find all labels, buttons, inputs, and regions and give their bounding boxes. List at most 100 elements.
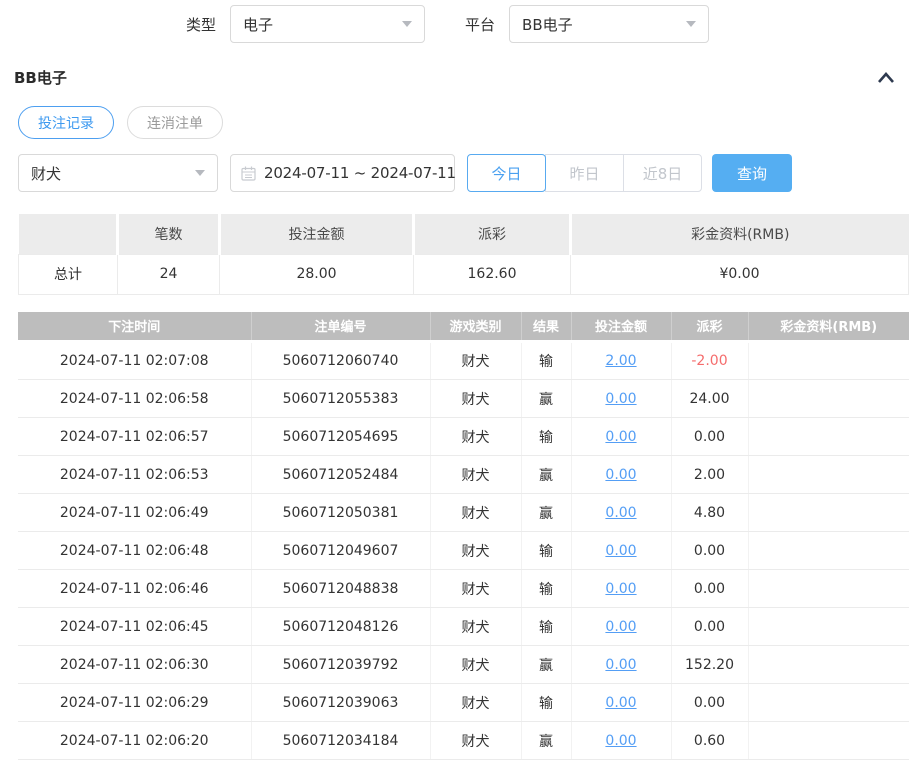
game-select-value: 财犬 (31, 163, 61, 184)
order-number-cell: 5060712049607 (251, 532, 430, 570)
platform-select-value: BB电子 (522, 14, 573, 35)
order-number-cell: 5060712039792 (251, 646, 430, 684)
bet-amount-cell: 0.00 (571, 684, 671, 722)
game-type-cell: 财犬 (430, 570, 521, 608)
records-table: 下注时间 注单编号 游戏类别 结果 投注金额 派彩 彩金资料(RMB) 2024… (18, 312, 909, 760)
tab-bet-records[interactable]: 投注记录 (18, 106, 114, 139)
quick-last8days-button[interactable]: 近8日 (623, 154, 702, 192)
bet-amount-cell: 0.00 (571, 494, 671, 532)
bet-time-cell: 2024-07-11 02:06:49 (18, 494, 251, 532)
summary-header-bonus: 彩金资料(RMB) (571, 214, 909, 254)
bonus-cell (748, 532, 909, 570)
records-table-body: 2024-07-11 02:07:085060712060740财犬输2.00-… (18, 342, 909, 760)
game-type-cell: 财犬 (430, 380, 521, 418)
type-label: 类型 (186, 14, 216, 35)
bonus-cell (748, 722, 909, 760)
quick-range-group: 今日 昨日 近8日 (467, 154, 702, 192)
quick-yesterday-button[interactable]: 昨日 (545, 154, 624, 192)
bet-time-cell: 2024-07-11 02:06:29 (18, 684, 251, 722)
game-type-cell: 财犬 (430, 494, 521, 532)
record-row: 2024-07-11 02:06:455060712048126财犬输0.000… (18, 608, 909, 646)
bet-amount-cell: 0.00 (571, 456, 671, 494)
date-range-input[interactable]: 2024-07-11 ~ 2024-07-11 (230, 154, 455, 192)
bet-amount-cell: 2.00 (571, 342, 671, 380)
records-header-bet-time: 下注时间 (18, 312, 251, 342)
type-select[interactable]: 电子 (230, 5, 425, 43)
game-type-cell: 财犬 (430, 342, 521, 380)
order-number-cell: 5060712060740 (251, 342, 430, 380)
summary-header-bet-amount: 投注金额 (220, 214, 414, 254)
bet-amount-link[interactable]: 0.00 (605, 543, 636, 559)
payout-cell: 2.00 (671, 456, 748, 494)
bet-time-cell: 2024-07-11 02:06:46 (18, 570, 251, 608)
payout-cell: 0.00 (671, 608, 748, 646)
bet-amount-link[interactable]: 0.00 (605, 467, 636, 483)
bonus-cell (748, 646, 909, 684)
bet-amount-cell: 0.00 (571, 646, 671, 684)
order-number-cell: 5060712052484 (251, 456, 430, 494)
record-row: 2024-07-11 02:06:535060712052484财犬赢0.002… (18, 456, 909, 494)
records-header-order-number: 注单编号 (251, 312, 430, 342)
result-cell: 赢 (521, 646, 571, 684)
query-bar: 财犬 2024-07-11 ~ 2024-07-11 今日 昨日 近8日 查询 (18, 154, 909, 192)
bonus-cell (748, 608, 909, 646)
bet-amount-link[interactable]: 0.00 (605, 505, 636, 521)
bonus-cell (748, 494, 909, 532)
game-type-cell: 财犬 (430, 532, 521, 570)
record-row: 2024-07-11 02:06:465060712048838财犬输0.000… (18, 570, 909, 608)
date-range-value: 2024-07-11 ~ 2024-07-11 (264, 164, 456, 182)
bet-time-cell: 2024-07-11 02:06:57 (18, 418, 251, 456)
bet-time-cell: 2024-07-11 02:06:30 (18, 646, 251, 684)
bet-time-cell: 2024-07-11 02:06:53 (18, 456, 251, 494)
bet-amount-link[interactable]: 0.00 (605, 429, 636, 445)
result-cell: 赢 (521, 456, 571, 494)
game-type-cell: 财犬 (430, 684, 521, 722)
payout-cell: 152.20 (671, 646, 748, 684)
payout-cell: 0.00 (671, 684, 748, 722)
summary-table: 笔数 投注金额 派彩 彩金资料(RMB) 总计 24 28.00 162.60 … (18, 214, 909, 295)
chevron-up-icon[interactable] (877, 71, 895, 84)
summary-header-payout: 派彩 (414, 214, 571, 254)
bonus-cell (748, 342, 909, 380)
summary-total-bonus: ¥0.00 (571, 254, 909, 294)
game-select[interactable]: 财犬 (18, 154, 218, 192)
result-cell: 输 (521, 532, 571, 570)
bet-amount-link[interactable]: 2.00 (605, 353, 636, 369)
order-number-cell: 5060712054695 (251, 418, 430, 456)
payout-cell: 0.00 (671, 418, 748, 456)
record-row: 2024-07-11 02:06:495060712050381财犬赢0.004… (18, 494, 909, 532)
result-cell: 赢 (521, 494, 571, 532)
quick-today-button[interactable]: 今日 (467, 154, 546, 192)
payout-cell: 24.00 (671, 380, 748, 418)
record-row: 2024-07-11 02:06:485060712049607财犬输0.000… (18, 532, 909, 570)
record-row: 2024-07-11 02:06:205060712034184财犬赢0.000… (18, 722, 909, 760)
game-type-cell: 财犬 (430, 722, 521, 760)
bet-amount-link[interactable]: 0.00 (605, 695, 636, 711)
bonus-cell (748, 418, 909, 456)
order-number-cell: 5060712039063 (251, 684, 430, 722)
result-cell: 输 (521, 684, 571, 722)
bonus-cell (748, 684, 909, 722)
bonus-cell (748, 456, 909, 494)
game-type-cell: 财犬 (430, 418, 521, 456)
bet-amount-link[interactable]: 0.00 (605, 619, 636, 635)
calendar-icon (241, 166, 256, 181)
top-filter-bar: 类型 电子 平台 BB电子 (0, 0, 909, 43)
bet-amount-link[interactable]: 0.00 (605, 391, 636, 407)
game-type-cell: 财犬 (430, 646, 521, 684)
platform-select[interactable]: BB电子 (509, 5, 709, 43)
section-title: BB电子 (14, 67, 67, 88)
search-button[interactable]: 查询 (712, 154, 792, 192)
order-number-cell: 5060712048838 (251, 570, 430, 608)
order-number-cell: 5060712055383 (251, 380, 430, 418)
bet-amount-link[interactable]: 0.00 (605, 581, 636, 597)
bet-amount-cell: 0.00 (571, 608, 671, 646)
tab-cancelled-orders[interactable]: 连消注单 (127, 106, 223, 139)
bet-time-cell: 2024-07-11 02:06:45 (18, 608, 251, 646)
bet-amount-link[interactable]: 0.00 (605, 657, 636, 673)
payout-cell: -2.00 (671, 342, 748, 380)
summary-total-payout: 162.60 (414, 254, 571, 294)
order-number-cell: 5060712050381 (251, 494, 430, 532)
summary-total-row: 总计 24 28.00 162.60 ¥0.00 (19, 254, 909, 294)
bet-amount-link[interactable]: 0.00 (605, 733, 636, 749)
